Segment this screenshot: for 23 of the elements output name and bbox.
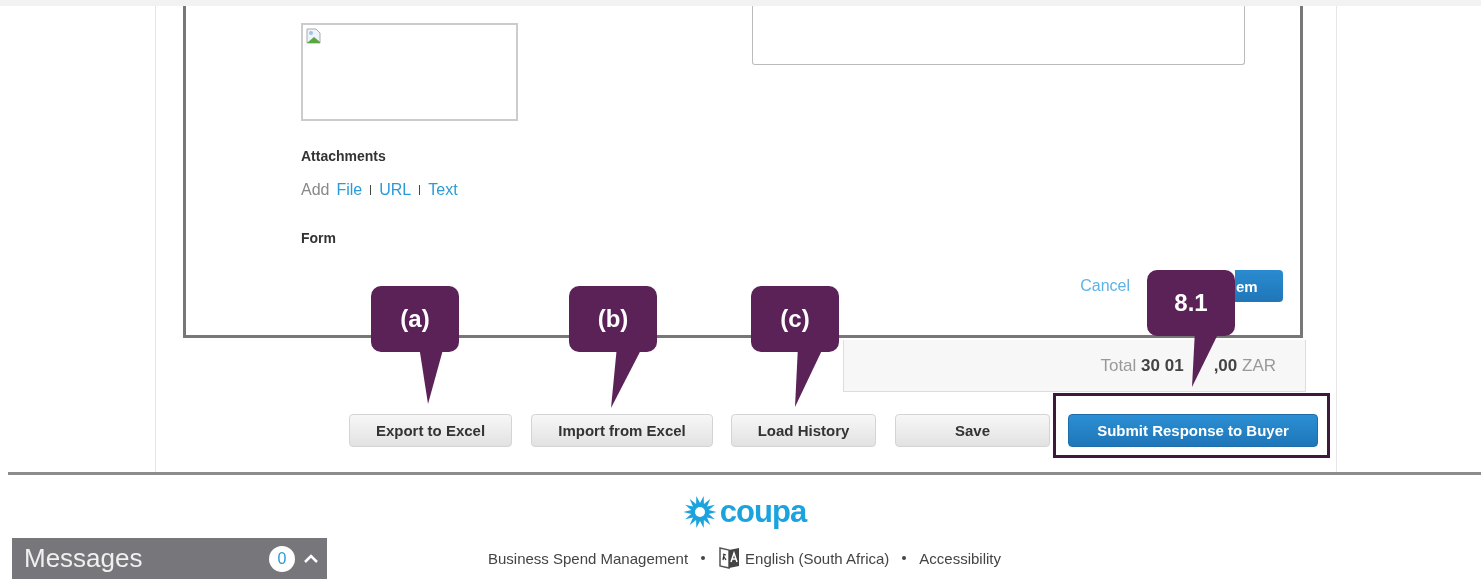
chevron-up-icon[interactable]	[303, 553, 319, 564]
primary-button[interactable]: em	[1235, 270, 1283, 302]
count-badge: 0	[269, 545, 295, 572]
action-button[interactable]: Export to Excel	[349, 414, 512, 447]
starburst-icon	[682, 495, 717, 529]
total-label: Total	[1100, 355, 1137, 376]
broken-image-icon	[306, 28, 322, 44]
action-button[interactable]: Save	[895, 414, 1050, 447]
attachments-label: Attachments	[301, 148, 386, 164]
footer-link[interactable]: Business Spend Management	[487, 549, 689, 567]
action-button[interactable]: Load History	[731, 414, 876, 447]
total-amount: 30 01	[1141, 355, 1184, 376]
messages-bar[interactable]: Messages 0	[12, 538, 327, 579]
footer-link[interactable]: Accessibility	[919, 549, 1002, 567]
currency-label: ZAR	[1242, 355, 1276, 376]
add-label: Add	[301, 180, 330, 200]
footer-link[interactable]: English (South Africa)	[745, 549, 890, 567]
logo-text: coupa	[719, 495, 807, 529]
messages-title: Messages	[24, 543, 144, 574]
submit-button[interactable]: Submit Response to Buyer	[1068, 414, 1318, 447]
form-label: Form	[301, 230, 336, 246]
action-button[interactable]: Import from Excel	[531, 414, 713, 447]
total-amount: ,00	[1213, 355, 1238, 376]
